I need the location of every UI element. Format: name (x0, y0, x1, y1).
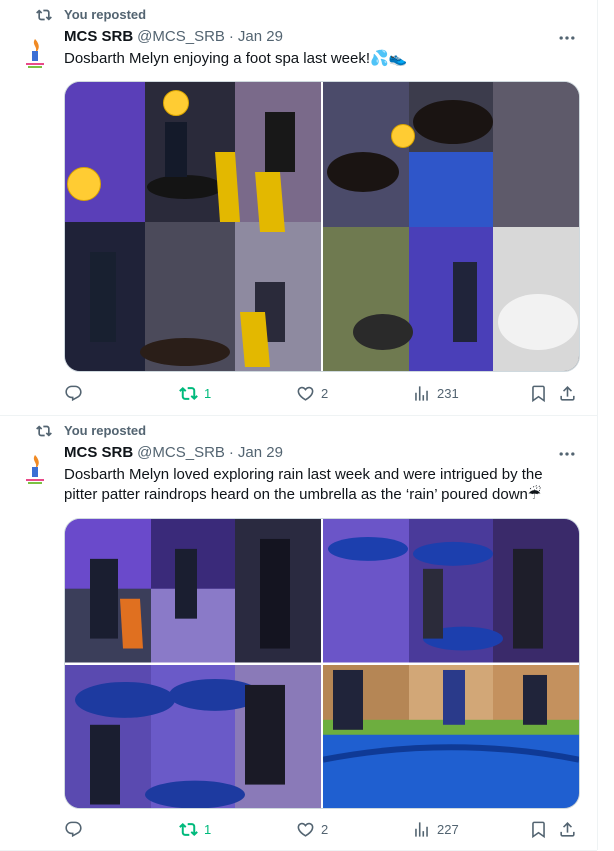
author-handle[interactable]: @MCS_SRB (137, 444, 225, 461)
views-count: 227 (437, 822, 459, 837)
tweet-actions: 1 2 231 (64, 384, 579, 404)
repost-indicator: You reposted (36, 423, 146, 438)
repost-label[interactable]: You reposted (64, 7, 146, 22)
more-button[interactable] (557, 28, 577, 48)
tweet-text: Dosbarth Melyn enjoying a foot spa last … (64, 50, 408, 67)
like-button[interactable]: 2 (296, 820, 328, 839)
share-icon (560, 386, 575, 401)
views-button[interactable]: 227 (412, 820, 459, 839)
repost-button[interactable]: 1 (179, 384, 211, 403)
author-name[interactable]: MCS SRB (64, 28, 133, 45)
avatar[interactable] (15, 449, 55, 489)
share-icon (560, 822, 575, 837)
author-name[interactable]: MCS SRB (64, 444, 133, 461)
emoji-sticker (67, 167, 101, 201)
school-logo-icon (15, 33, 55, 73)
more-icon (559, 452, 575, 456)
like-button[interactable]: 2 (296, 384, 328, 403)
tweet-image[interactable] (323, 519, 579, 663)
repost-icon (179, 823, 198, 836)
views-count: 231 (437, 386, 459, 401)
media-grid (64, 81, 580, 372)
tweet-header: MCS SRB @MCS_SRB · Jan 29 (64, 444, 283, 461)
emoji-sticker (391, 124, 415, 148)
reply-icon (65, 385, 82, 402)
like-count: 2 (321, 386, 329, 401)
repost-label[interactable]: You reposted (64, 423, 146, 438)
more-icon (559, 36, 575, 40)
repost-icon (36, 425, 52, 436)
repost-indicator: You reposted (36, 7, 146, 22)
tweet-image[interactable] (65, 664, 321, 808)
repost-icon (36, 9, 52, 20)
tweet[interactable]: You reposted MCS SRB @MCS_SRB · Jan 29 D… (0, 0, 597, 416)
separator: · (228, 444, 234, 461)
repost-icon (179, 387, 198, 400)
tweet-image[interactable] (65, 519, 321, 663)
bookmark-button[interactable] (529, 384, 548, 403)
tweet-image[interactable] (323, 664, 579, 808)
timeline: You reposted MCS SRB @MCS_SRB · Jan 29 D… (0, 0, 598, 851)
share-button[interactable] (558, 820, 577, 839)
tweet[interactable]: You reposted MCS SRB @MCS_SRB · Jan 29 D… (0, 416, 597, 851)
avatar[interactable] (15, 33, 55, 73)
like-count: 2 (321, 822, 329, 837)
views-button[interactable]: 231 (412, 384, 459, 403)
reply-button[interactable] (64, 820, 89, 839)
repost-button[interactable]: 1 (179, 820, 211, 839)
more-button[interactable] (557, 444, 577, 464)
tweet-header: MCS SRB @MCS_SRB · Jan 29 (64, 28, 283, 45)
emoji-sticker (163, 90, 189, 116)
tweet-actions: 1 2 227 (64, 820, 579, 840)
views-icon (415, 386, 428, 401)
tweet-image[interactable] (65, 82, 321, 371)
reply-button[interactable] (64, 384, 89, 403)
tweet-image[interactable] (323, 82, 579, 371)
tweet-text: Dosbarth Melyn loved exploring rain last… (64, 466, 543, 503)
reply-icon (65, 821, 82, 838)
media-grid (64, 518, 580, 809)
tweet-date[interactable]: Jan 29 (238, 444, 283, 461)
author-handle[interactable]: @MCS_SRB (137, 28, 225, 45)
bookmark-icon (532, 385, 545, 403)
repost-count: 1 (204, 822, 212, 837)
tweet-date[interactable]: Jan 29 (238, 28, 283, 45)
like-icon (297, 822, 314, 837)
repost-count: 1 (204, 386, 212, 401)
like-icon (297, 386, 314, 401)
bookmark-icon (532, 821, 545, 839)
share-button[interactable] (558, 384, 577, 403)
separator: · (228, 28, 234, 45)
bookmark-button[interactable] (529, 820, 548, 839)
school-logo-icon (15, 449, 55, 489)
views-icon (415, 822, 428, 837)
